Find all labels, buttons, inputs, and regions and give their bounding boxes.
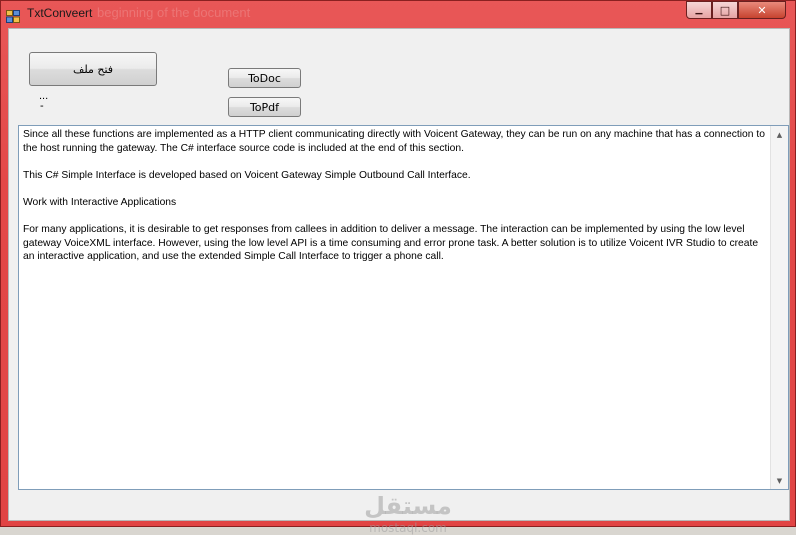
paragraph-3: Work with Interactive Applications <box>23 196 177 208</box>
app-icon <box>6 8 20 23</box>
title-bar[interactable]: TxtConveert beginning of the document ▁ … <box>1 1 795 27</box>
close-icon: ✕ <box>757 3 767 17</box>
paragraph-4: For many applications, it is desirable t… <box>23 224 761 263</box>
minimize-button[interactable]: ▁ <box>686 1 712 19</box>
app-window: TxtConveert beginning of the document ▁ … <box>0 0 796 535</box>
ghost-window-title: beginning of the document <box>97 5 251 20</box>
to-pdf-button[interactable]: ToPdf <box>228 97 301 117</box>
minimize-icon: ▁ <box>695 5 703 15</box>
maximize-icon: □ <box>719 3 731 17</box>
close-button[interactable]: ✕ <box>738 1 786 19</box>
watermark: مستقل mostaql.com <box>353 491 463 535</box>
maximize-button[interactable]: □ <box>712 1 738 19</box>
paragraph-1: Since all these functions are implemente… <box>23 129 768 154</box>
scroll-down-arrow-icon[interactable]: ▼ <box>771 472 788 489</box>
document-text: Since all these functions are implemente… <box>23 128 768 278</box>
watermark-latin: mostaql.com <box>369 521 447 535</box>
watermark-arabic: مستقل <box>364 492 452 520</box>
vertical-scrollbar[interactable]: ▲ ▼ <box>770 126 788 489</box>
scroll-up-arrow-icon[interactable]: ▲ <box>771 126 788 143</box>
open-file-button[interactable]: فتح ملف <box>29 52 157 86</box>
status-label: - <box>40 100 44 112</box>
form-client-area: فتح ملف ToDoc ToPdf ... - Since all thes… <box>8 28 790 535</box>
paragraph-2: This C# Simple Interface is developed ba… <box>23 169 471 181</box>
document-textbox[interactable]: Since all these functions are implemente… <box>18 125 789 490</box>
to-doc-button[interactable]: ToDoc <box>228 68 301 88</box>
window-title: TxtConveert <box>27 6 93 20</box>
